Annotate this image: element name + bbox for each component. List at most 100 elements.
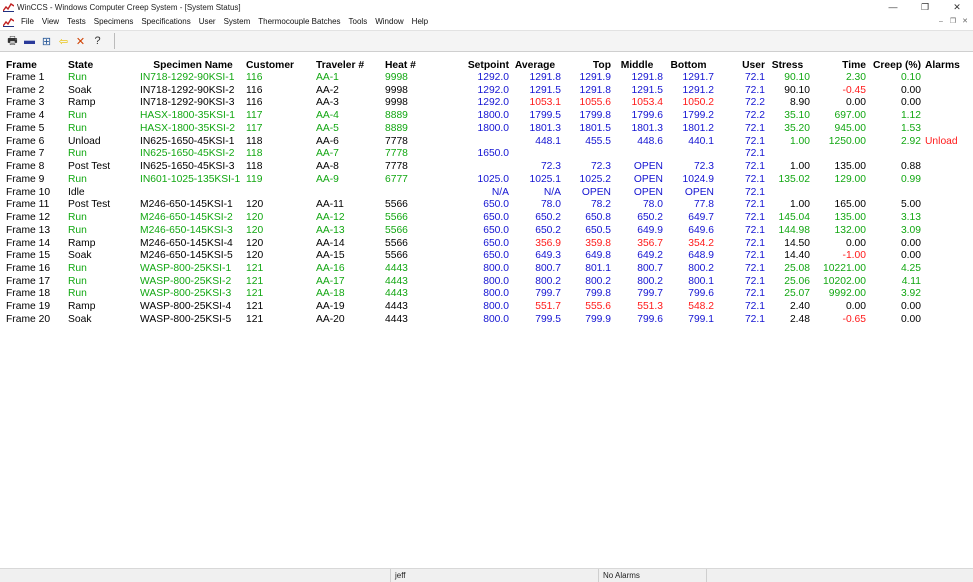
cell-frame: Frame 12: [6, 212, 51, 224]
cell-bottom: 649.6: [688, 224, 714, 236]
header-stress[interactable]: Stress: [765, 59, 810, 72]
cell-time: 9992.00: [828, 288, 866, 300]
header-frame[interactable]: Frame: [6, 59, 68, 72]
cell-top: 649.8: [585, 250, 611, 262]
menu-help[interactable]: Help: [408, 15, 432, 29]
cell-stress: 1.00: [789, 135, 810, 147]
table-row[interactable]: Frame 18 Run WASP-800-25KSI-3 121 AA-18 4443 8…: [6, 288, 970, 301]
header-time[interactable]: Time: [810, 59, 866, 72]
table-row[interactable]: Frame 7 Run IN625-1650-45KSI-2 118 AA-7 7778 1…: [6, 148, 970, 161]
table-row[interactable]: Frame 3 Ramp IN718-1292-90KSI-3 116 AA-3 9998…: [6, 97, 970, 110]
cell-heat: 9998: [385, 72, 408, 83]
header-setpoint[interactable]: Setpoint: [426, 59, 509, 72]
cell-top: 455.5: [585, 135, 611, 147]
header-middle[interactable]: Middle: [611, 59, 663, 72]
menu-tests[interactable]: Tests: [63, 15, 90, 29]
table-icon[interactable]: ⊞: [38, 33, 55, 49]
table-row[interactable]: Frame 10 Idle N/A N/A OPEN OPEN OPEN 72.1: [6, 187, 970, 200]
monitor-icon[interactable]: ▬: [21, 33, 38, 49]
table-row[interactable]: Frame 12 Run M246-650-145KSI-2 120 AA-12 5566…: [6, 212, 970, 225]
cell-bottom: 1291.7: [682, 72, 715, 83]
back-arrow-icon[interactable]: ⇦: [55, 33, 72, 49]
header-top[interactable]: Top: [561, 59, 611, 72]
table-row[interactable]: Frame 14 Ramp M246-650-145KSI-4 120 AA-14 556…: [6, 238, 970, 251]
close-button[interactable]: ✕: [941, 0, 973, 15]
table-row[interactable]: Frame 6 Unload IN625-1650-45KSI-1 118 AA-6 77…: [6, 136, 970, 149]
cell-stress: 14.50: [784, 237, 810, 249]
cell-frame: Frame 15: [6, 250, 51, 262]
header-traveler[interactable]: Traveler #: [316, 59, 385, 72]
cell-top: 799.8: [585, 288, 611, 300]
cell-middle: 649.2: [637, 250, 663, 262]
table-row[interactable]: Frame 19 Ramp WASP-800-25KSI-4 121 AA-19 4443…: [6, 301, 970, 314]
table-row[interactable]: Frame 2 Soak IN718-1292-90KSI-2 116 AA-2 9998…: [6, 85, 970, 98]
menu-specifications[interactable]: Specifications: [137, 15, 194, 29]
mdi-minimize-button[interactable]: –: [935, 15, 947, 29]
cell-setpoint: N/A: [491, 186, 509, 198]
minimize-button[interactable]: —: [877, 0, 909, 15]
mdi-close-button[interactable]: ✕: [959, 15, 971, 29]
cell-traveler: AA-18: [316, 288, 345, 300]
table-row[interactable]: Frame 4 Run HASX-1800-35KSI-1 117 AA-4 8889 18…: [6, 110, 970, 123]
menu-window[interactable]: Window: [371, 15, 407, 29]
restore-button[interactable]: ❐: [909, 0, 941, 15]
cell-user: 72.1: [744, 224, 765, 236]
table-row[interactable]: Frame 16 Run WASP-800-25KSI-1 121 AA-16 4443 8…: [6, 263, 970, 276]
cell-traveler: AA-19: [316, 301, 345, 313]
header-creep[interactable]: Creep (%): [866, 59, 921, 72]
header-bottom[interactable]: Bottom: [663, 59, 714, 72]
menu-view[interactable]: View: [38, 15, 63, 29]
menu-user[interactable]: User: [195, 15, 220, 29]
menu-thermocouple-batches[interactable]: Thermocouple Batches: [254, 15, 344, 29]
print-icon[interactable]: 🖶: [4, 33, 21, 49]
table-row[interactable]: Frame 9 Run IN601-1025-135KSI-1 119 AA-9 6777…: [6, 174, 970, 187]
table-row[interactable]: Frame 5 Run HASX-1800-35KSI-2 117 AA-5 8889 18…: [6, 123, 970, 136]
cell-traveler: AA-15: [316, 250, 345, 262]
cell-alarm: [921, 85, 970, 98]
cell-top: 650.5: [585, 224, 611, 236]
header-state[interactable]: State: [68, 59, 140, 72]
table-row[interactable]: Frame 15 Soak M246-650-145KSI-5 120 AA-15 556…: [6, 250, 970, 263]
cell-traveler: AA-2: [316, 84, 339, 96]
cell-creep: [866, 187, 921, 200]
cell-middle: [611, 148, 663, 161]
table-row[interactable]: Frame 8 Post Test IN625-1650-45KSI-3 118 AA-…: [6, 161, 970, 174]
menu-system[interactable]: System: [220, 15, 255, 29]
cell-frame: Frame 17: [6, 275, 51, 287]
cell-traveler: AA-16: [316, 263, 345, 275]
header-customer[interactable]: Customer: [246, 59, 316, 72]
table-row[interactable]: Frame 20 Soak WASP-800-25KSI-5 121 AA-20 4443…: [6, 314, 970, 327]
help-icon[interactable]: ?: [89, 33, 106, 49]
cell-alarm: [921, 301, 970, 314]
cell-heat: 4443: [385, 301, 408, 313]
cell-average: 1801.3: [529, 122, 562, 134]
mdi-restore-button[interactable]: ❐: [947, 15, 959, 29]
cell-heat: 5566: [385, 212, 408, 224]
table-row[interactable]: Frame 17 Run WASP-800-25KSI-2 121 AA-17 4443 8…: [6, 276, 970, 289]
cell-specimen: M246-650-145KSI-2: [140, 212, 233, 224]
menu-file[interactable]: File: [17, 15, 38, 29]
table-row[interactable]: Frame 1 Run IN718-1292-90KSI-1 116 AA-1 9998 1…: [6, 72, 970, 85]
delete-icon[interactable]: ✕: [72, 33, 89, 49]
menu-specimens[interactable]: Specimens: [90, 15, 138, 29]
document-icon[interactable]: [3, 17, 14, 27]
header-user[interactable]: User: [714, 59, 765, 72]
cell-specimen: M246-650-145KSI-4: [140, 237, 233, 249]
cell-specimen: IN625-1650-45KSI-2: [140, 148, 235, 160]
cell-specimen: HASX-1800-35KSI-2: [140, 122, 236, 134]
table-row[interactable]: Frame 11 Post Test M246-650-145KSI-1 120 AA-…: [6, 199, 970, 212]
header-average[interactable]: Average: [509, 59, 561, 72]
menu-tools[interactable]: Tools: [345, 15, 372, 29]
cell-average: 448.1: [535, 135, 561, 147]
header-heat[interactable]: Heat #: [385, 59, 426, 72]
header-specimen[interactable]: Specimen Name: [140, 59, 246, 72]
cell-setpoint: 1800.0: [477, 122, 510, 134]
cell-user: 72.1: [744, 135, 765, 147]
header-alarm[interactable]: Alarms: [921, 59, 970, 72]
cell-middle: 1053.4: [631, 97, 664, 109]
table-row[interactable]: Frame 13 Run M246-650-145KSI-3 120 AA-13 5566…: [6, 225, 970, 238]
cell-top: 799.9: [585, 313, 611, 325]
cell-middle: 799.6: [637, 313, 663, 325]
cell-creep: 3.09: [900, 224, 921, 236]
cell-average: 1291.8: [529, 72, 562, 83]
